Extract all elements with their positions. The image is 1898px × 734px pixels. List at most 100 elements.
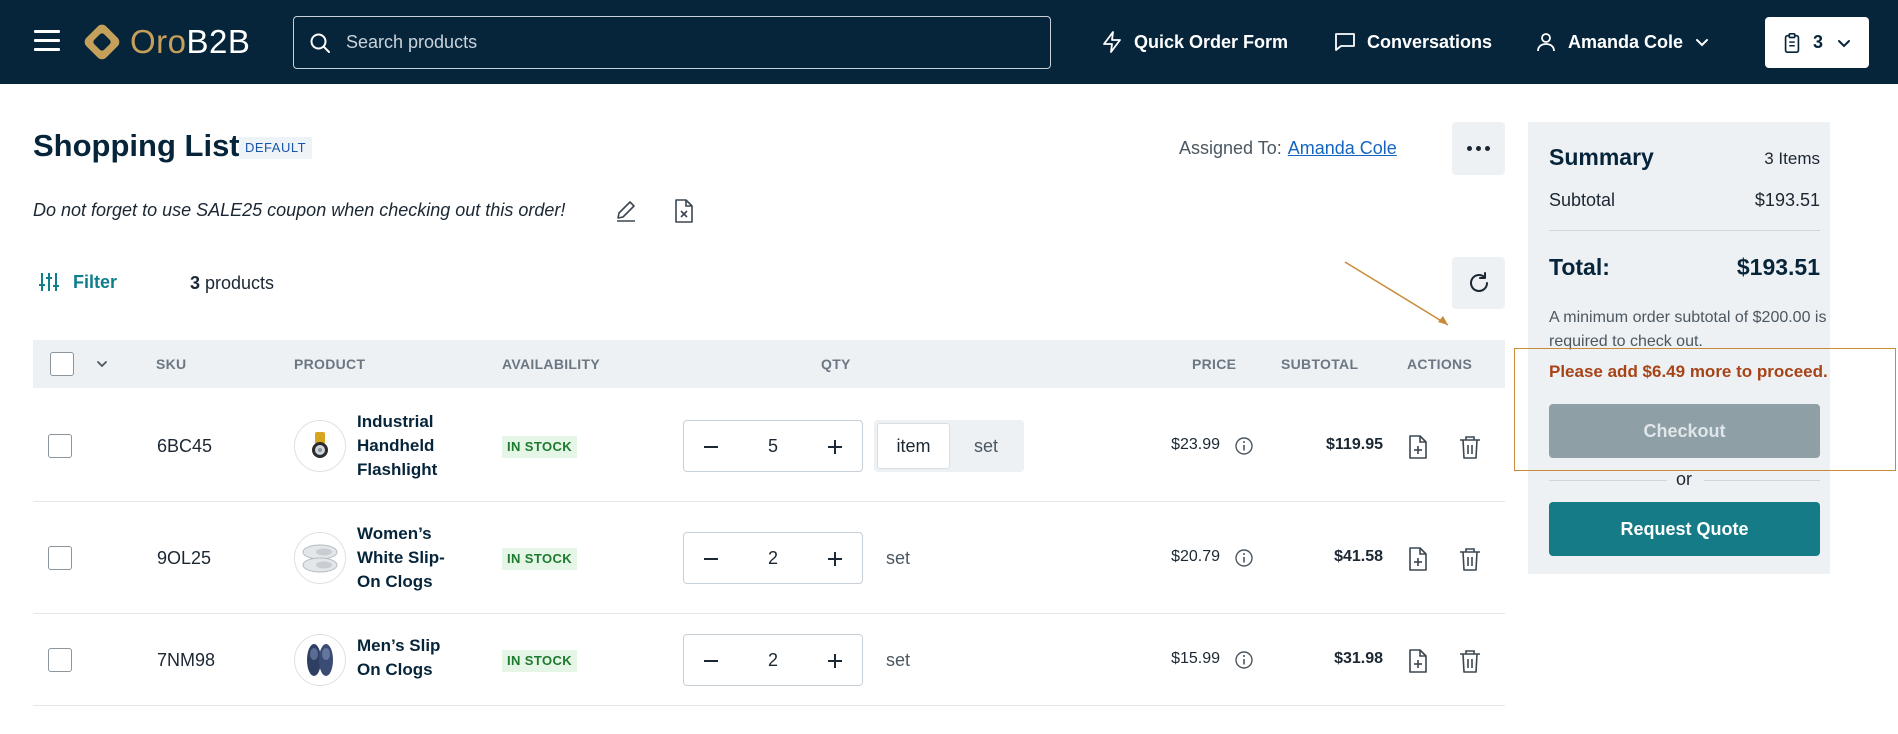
row-subtotal: $119.95 — [1326, 436, 1383, 453]
quantity-stepper: 5 — [683, 420, 863, 472]
product-name-line: Flashlight — [357, 460, 438, 479]
product-thumbnail[interactable] — [294, 634, 346, 686]
cart-count: 3 — [1812, 32, 1823, 52]
row-checkbox[interactable] — [48, 546, 72, 570]
shopping-list-dropdown-button[interactable]: 3 — [1765, 17, 1869, 68]
minus-icon[interactable] — [699, 649, 723, 673]
order-summary-panel: Summary 3 Items Subtotal $193.51 Total: … — [1528, 122, 1830, 574]
column-header-product[interactable]: PRODUCT — [294, 356, 365, 372]
product-count-label: products — [205, 273, 275, 293]
product-thumbnail[interactable] — [294, 420, 346, 472]
product-name-line: White Slip- — [357, 548, 445, 567]
quantity-input[interactable]: 5 — [744, 436, 802, 457]
summary-item-count: 3 Items — [1764, 149, 1820, 168]
mens-clogs-image — [307, 644, 333, 676]
summary-title: Summary — [1549, 144, 1654, 170]
row-checkbox[interactable] — [48, 648, 72, 672]
user-name: Amanda Cole — [1568, 31, 1684, 52]
quick-order-form-label: Quick Order Form — [1134, 31, 1289, 52]
column-header-availability[interactable]: AVAILABILITY — [502, 356, 600, 372]
plus-icon[interactable] — [823, 649, 847, 673]
minimum-order-note: A minimum order subtotal of $200.00 is r… — [1549, 309, 1827, 350]
filter-button[interactable]: Filter — [37, 270, 117, 294]
column-header-sku[interactable]: SKU — [156, 356, 186, 372]
refresh-button[interactable] — [1452, 257, 1505, 309]
quantity-input[interactable]: 2 — [744, 650, 802, 671]
table-row: 9OL25 Women’s White Slip- On Clogs IN ST… — [33, 502, 1505, 614]
select-all-checkbox[interactable] — [50, 352, 74, 376]
info-icon[interactable] — [1234, 548, 1254, 568]
logo-mark-icon — [84, 24, 120, 60]
quantity-input[interactable]: 2 — [744, 548, 802, 569]
quantity-stepper: 2 — [683, 634, 863, 686]
product-name-link[interactable]: Men’s Slip On Clogs — [357, 634, 457, 682]
product-name-link[interactable]: Women’s White Slip- On Clogs — [357, 522, 457, 594]
column-header-actions: ACTIONS — [1407, 356, 1473, 372]
trash-icon[interactable] — [1457, 545, 1483, 573]
file-x-icon[interactable] — [671, 197, 697, 225]
plus-icon[interactable] — [823, 547, 847, 571]
availability-badge: IN STOCK — [502, 650, 578, 672]
chevron-down-icon — [1838, 39, 1850, 47]
assigned-to-label: Assigned To: — [1179, 138, 1282, 158]
conversations-link[interactable]: Conversations — [1333, 28, 1492, 56]
product-search-box[interactable] — [293, 16, 1051, 69]
row-price: $20.79 — [1171, 548, 1220, 565]
quick-order-form-link[interactable]: Quick Order Form — [1100, 28, 1288, 56]
availability-badge: IN STOCK — [502, 548, 578, 570]
user-icon — [1537, 33, 1555, 52]
unit-option-item[interactable]: item — [877, 423, 950, 469]
row-subtotal: $41.58 — [1334, 548, 1383, 565]
column-header-price[interactable]: PRICE — [1192, 356, 1236, 372]
column-header-subtotal[interactable]: SUBTOTAL — [1281, 356, 1358, 372]
row-checkbox[interactable] — [48, 434, 72, 458]
chevron-down-icon[interactable] — [93, 355, 111, 373]
info-icon[interactable] — [1234, 650, 1254, 670]
info-icon[interactable] — [1234, 436, 1254, 456]
unit-label: set — [886, 548, 911, 568]
plus-icon[interactable] — [823, 435, 847, 459]
table-header: SKU PRODUCT AVAILABILITY QTY PRICE SUBTO… — [33, 340, 1505, 388]
table-row: 6BC45 Industrial Handheld Flashlight IN … — [33, 390, 1505, 502]
request-quote-button[interactable]: Request Quote — [1549, 502, 1820, 556]
page-title: Shopping List — [33, 128, 240, 163]
row-subtotal: $31.98 — [1334, 650, 1383, 667]
or-divider-left — [1549, 480, 1667, 481]
menu-hamburger-icon[interactable] — [34, 30, 60, 52]
lightning-icon — [1103, 31, 1121, 53]
site-logo[interactable]: OroB2B — [82, 22, 250, 62]
filter-label: Filter — [73, 271, 118, 292]
summary-total-label: Total: — [1549, 254, 1610, 280]
row-price: $15.99 — [1171, 650, 1220, 667]
row-sku: 6BC45 — [157, 436, 213, 456]
chat-icon — [1335, 33, 1355, 51]
search-icon — [310, 33, 330, 53]
white-clogs-image — [302, 544, 338, 573]
product-name-line: Men’s Slip — [357, 636, 441, 655]
file-plus-icon[interactable] — [1405, 647, 1431, 675]
summary-divider — [1549, 230, 1820, 231]
row-price: $23.99 — [1171, 436, 1220, 453]
search-input[interactable] — [346, 32, 1026, 53]
trash-icon[interactable] — [1457, 433, 1483, 461]
product-name-link[interactable]: Industrial Handheld Flashlight — [357, 410, 457, 482]
annotation-arrow — [1344, 261, 1449, 326]
user-menu[interactable]: Amanda Cole — [1534, 28, 1711, 56]
assigned-user-link[interactable]: Amanda Cole — [1288, 138, 1397, 158]
file-plus-icon[interactable] — [1405, 433, 1431, 461]
more-actions-button[interactable] — [1452, 122, 1505, 175]
checkout-button[interactable]: Checkout — [1549, 404, 1820, 458]
unit-option-set[interactable]: set — [950, 423, 1022, 469]
minus-icon[interactable] — [699, 547, 723, 571]
column-header-qty[interactable]: QTY — [821, 356, 851, 372]
trash-icon[interactable] — [1457, 647, 1483, 675]
row-sku: 7NM98 — [157, 650, 216, 670]
file-plus-icon[interactable] — [1405, 545, 1431, 573]
chevron-down-icon — [1696, 39, 1709, 47]
sliders-icon — [39, 273, 59, 291]
pencil-icon[interactable] — [613, 198, 639, 224]
or-separator: or — [1676, 469, 1693, 489]
product-thumbnail[interactable] — [294, 532, 346, 584]
minus-icon[interactable] — [699, 435, 723, 459]
minimum-order-warning: Please add $6.49 more to proceed. — [1549, 362, 1828, 381]
